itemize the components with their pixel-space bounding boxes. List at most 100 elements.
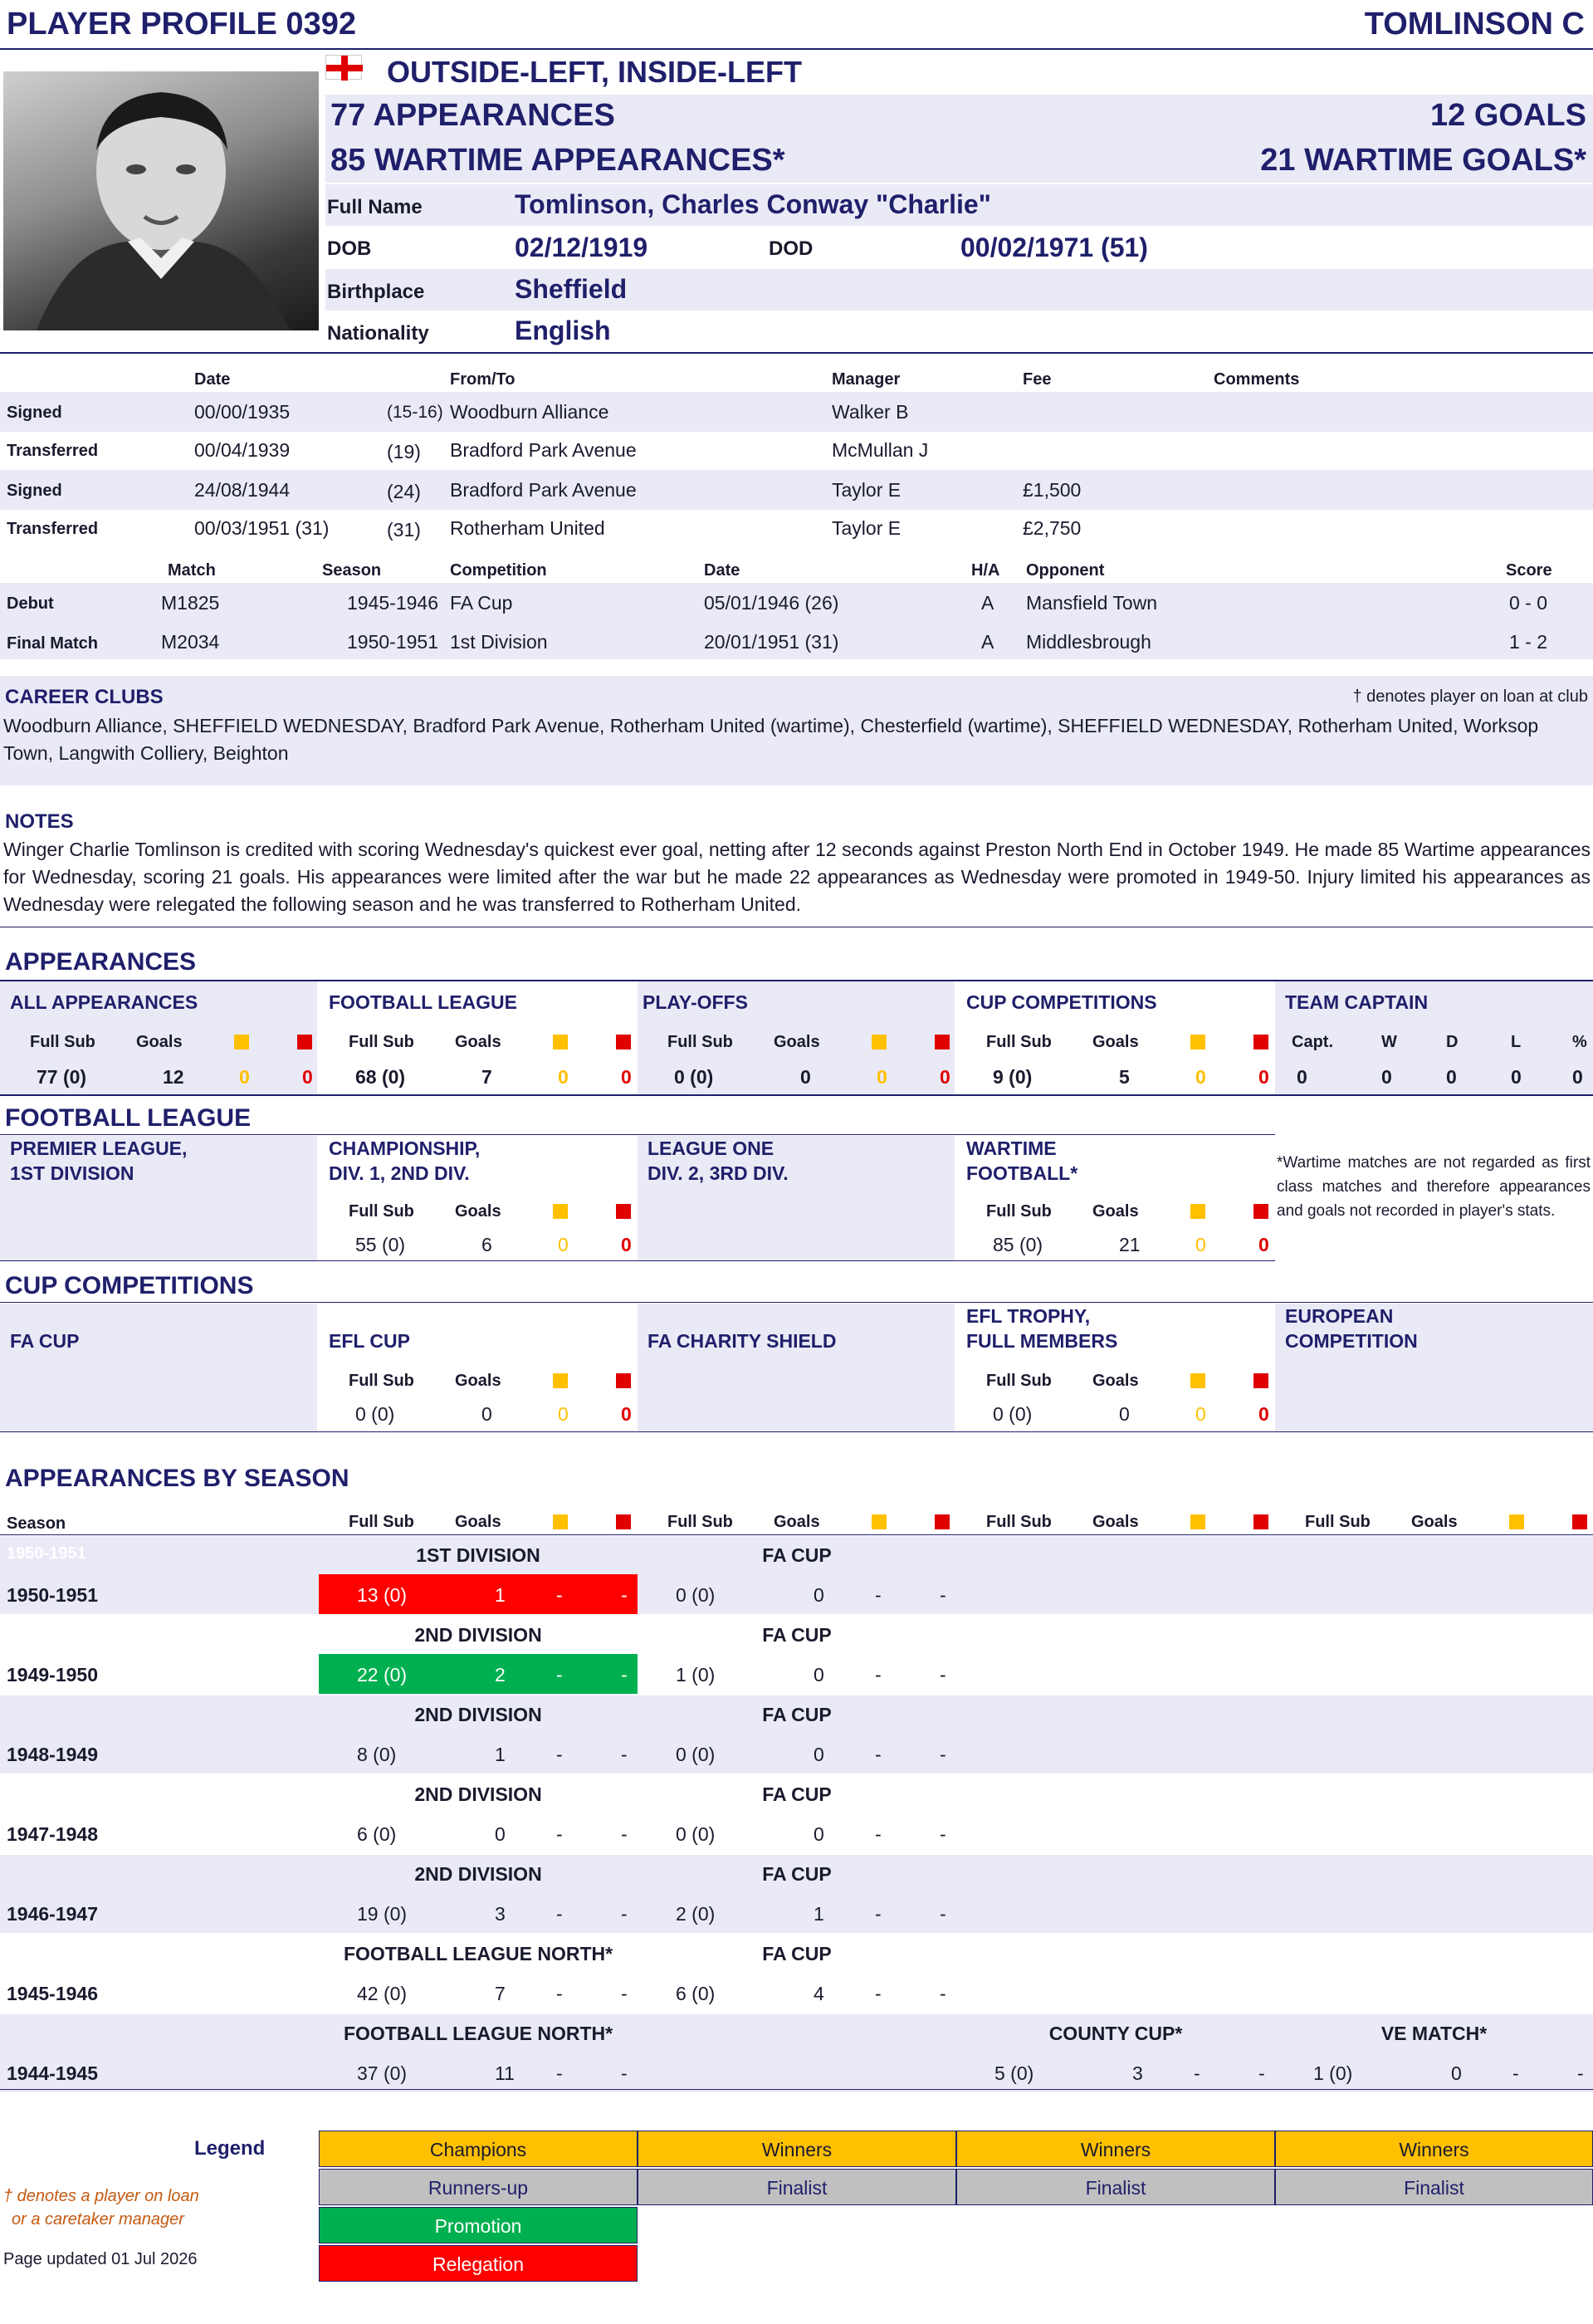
stat-goals: 5 — [1119, 1066, 1130, 1088]
match-season: 1945-1946 — [347, 592, 438, 614]
box-title: FOOTBALL LEAGUE — [329, 991, 518, 1013]
season-goals: 7 — [495, 1983, 506, 2004]
stat-red: 0 — [940, 1066, 950, 1088]
by-season-section-title: APPEARANCES BY SEASON — [5, 1465, 349, 1492]
cup-box-efl: EFL CUP — [319, 1304, 636, 1431]
box-title: ALL APPEARANCES — [10, 991, 198, 1013]
wartime-goals: 21 WARTIME GOALS* — [1260, 143, 1586, 178]
season-competition-2: FA CUP — [762, 1943, 832, 1964]
season-apps: 42 (0) — [357, 1983, 408, 2004]
dod-value: 00/02/1971 (51) — [960, 232, 1148, 262]
matches-header-ha: H/A — [971, 561, 1000, 580]
player-positions: OUTSIDE-LEFT, INSIDE-LEFT — [387, 55, 802, 89]
season-red: - — [940, 1823, 946, 1845]
season-red: - — [1577, 2062, 1584, 2084]
col-header-goals: Goals — [774, 1513, 820, 1531]
match-id[interactable]: M2034 — [161, 631, 219, 653]
match-opponent: Mansfield Town — [1026, 592, 1158, 614]
col-header-goals: Goals — [455, 1033, 501, 1051]
box-title-2: FA CHARITY SHIELD — [647, 1330, 837, 1352]
col-header-goals: Goals — [1092, 1513, 1139, 1531]
yellow-card-icon — [1190, 1035, 1205, 1049]
col-header-goals: Goals — [1092, 1033, 1139, 1051]
match-date: 05/01/1946 (26) — [704, 592, 839, 614]
yellow-card-icon — [553, 1514, 568, 1529]
season-yellow: - — [556, 1664, 563, 1686]
box-title-2: DIV. 1, 2ND DIV. — [329, 1162, 470, 1184]
captain-col-header: % — [1572, 1033, 1587, 1051]
col-header-full-sub: Full Sub — [986, 1513, 1052, 1531]
stat-apps: 9 (0) — [993, 1066, 1033, 1088]
match-ha: A — [981, 631, 994, 653]
loan-note-2: or a caretaker manager — [12, 2210, 184, 2229]
matches-header-date: Date — [704, 561, 740, 580]
season-apps: 5 (0) — [994, 2062, 1034, 2084]
red-card-icon — [616, 1514, 631, 1529]
col-header-full-sub: Full Sub — [349, 1033, 414, 1051]
cup-box-efl-trophy: EFL TROPHY, FULL MEMBERS — [956, 1304, 1273, 1431]
season-yellow: - — [875, 1983, 882, 2004]
transfers-header-date: Date — [194, 370, 231, 389]
red-card-icon — [935, 1035, 950, 1049]
col-header-goals: Goals — [136, 1033, 183, 1051]
season-apps: 0 (0) — [676, 1744, 716, 1765]
season-red: - — [940, 1983, 946, 2004]
match-type: Final Match — [7, 634, 99, 653]
page-updated: Page updated 01 Jul 2026 — [3, 2250, 198, 2268]
yellow-card-icon — [872, 1035, 887, 1049]
season-yellow: - — [556, 2062, 563, 2084]
col-header-full-sub: Full Sub — [986, 1033, 1052, 1051]
league-box-league-one: LEAGUE ONE DIV. 2, 3RD DIV. — [638, 1136, 955, 1260]
dob-value: 02/12/1919 — [515, 232, 648, 262]
season-yellow: - — [875, 1823, 882, 1845]
season-goals: 0 — [814, 1584, 824, 1606]
career-clubs-text: Woodburn Alliance, SHEFFIELD WEDNESDAY, … — [3, 715, 1539, 764]
match-competition: FA Cup — [450, 592, 513, 614]
box-title: CUP COMPETITIONS — [966, 991, 1157, 1013]
col-header-full-sub: Full Sub — [349, 1513, 414, 1531]
transfer-manager: Walker B — [832, 401, 909, 423]
season-yellow: - — [556, 1744, 563, 1765]
season-red: - — [621, 1903, 628, 1925]
season-goals: 11 — [495, 2062, 515, 2084]
transfer-age: (24) — [387, 481, 421, 502]
season-apps: 6 (0) — [676, 1983, 716, 2004]
box-title-2: FA CUP — [10, 1330, 80, 1352]
transfer-fee: £1,500 — [1023, 479, 1082, 501]
legend-winners: Winners — [638, 2131, 956, 2167]
stat-apps: 0 (0) — [674, 1066, 714, 1088]
match-id[interactable]: M1825 — [161, 592, 219, 614]
season-goals: 3 — [495, 1903, 506, 1925]
legend-promotion: Promotion — [319, 2207, 638, 2243]
box-title-1: CHAMPIONSHIP, — [329, 1138, 481, 1159]
season-goals: 4 — [814, 1983, 824, 2004]
transfer-manager: Taylor E — [832, 517, 902, 539]
season-goals: 1 — [495, 1584, 506, 1606]
england-flag-icon — [325, 55, 363, 81]
legend-champions: Champions — [319, 2131, 638, 2167]
box-title-2: FULL MEMBERS — [966, 1330, 1118, 1352]
season-goals: 0 — [814, 1664, 824, 1686]
goals-total: 12 GOALS — [1430, 98, 1586, 133]
season-competition-1: FOOTBALL LEAGUE NORTH* — [343, 2023, 613, 2044]
col-header-full-sub: Full Sub — [1305, 1513, 1371, 1531]
transfer-age: (15-16) — [387, 403, 443, 422]
season-label: 1948-1949 — [7, 1744, 98, 1765]
season-yellow: - — [875, 1744, 882, 1765]
transfer-manager: McMullan J — [832, 439, 929, 461]
yellow-card-icon — [1190, 1514, 1205, 1529]
season-apps: 8 (0) — [357, 1744, 397, 1765]
stat-yellow: 0 — [877, 1066, 887, 1088]
season-goals: 1 — [814, 1903, 824, 1925]
player-short-name: TOMLINSON C — [1364, 7, 1585, 42]
legend-winners: Winners — [1275, 2131, 1593, 2167]
red-card-icon — [297, 1035, 312, 1049]
season-yellow: - — [875, 1903, 882, 1925]
yellow-card-icon — [553, 1035, 568, 1049]
season-competition-2: FA CUP — [762, 1624, 832, 1646]
career-clubs-title: CAREER CLUBS — [5, 686, 164, 708]
legend-finalist: Finalist — [1275, 2169, 1593, 2205]
stat-red: 0 — [302, 1066, 313, 1088]
season-goals: 2 — [495, 1664, 506, 1686]
stat-goals: 12 — [163, 1066, 184, 1088]
